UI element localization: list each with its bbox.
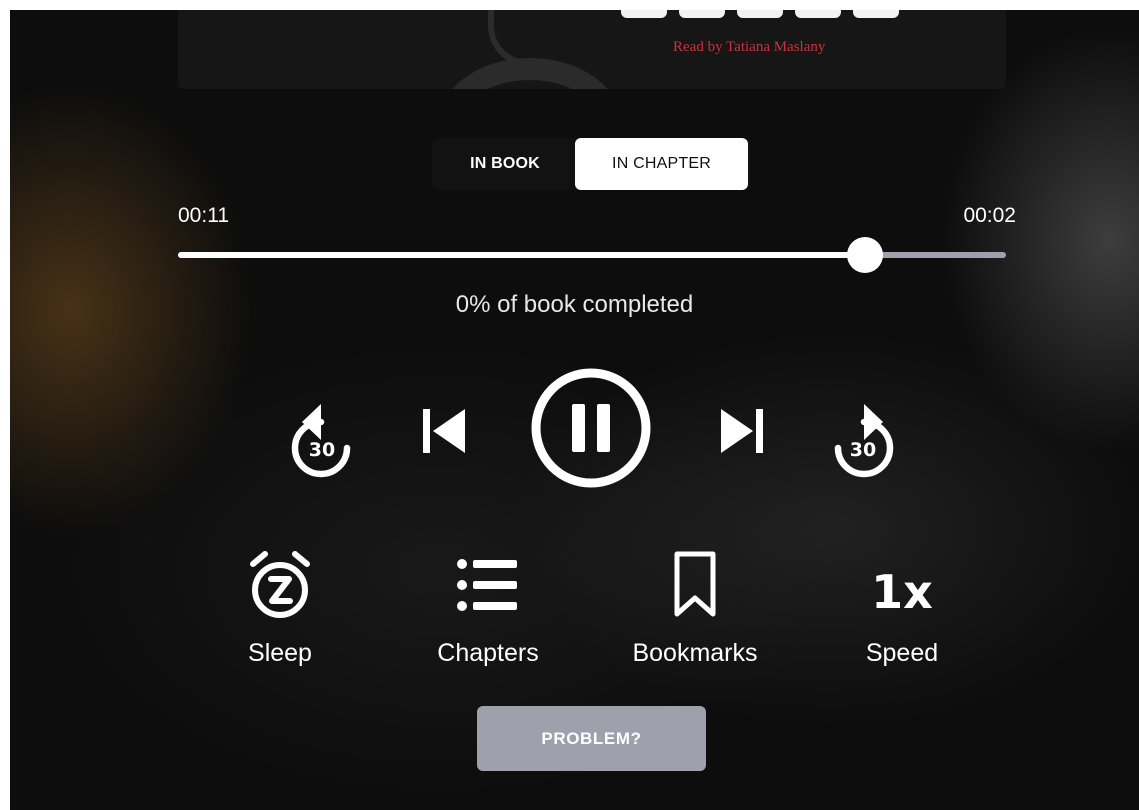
cover-title-fragment [621,10,921,18]
cover-decoration [488,10,554,66]
previous-chapter-button[interactable] [417,405,469,457]
problem-button[interactable]: PROBLEM? [477,706,706,771]
next-chapter-button[interactable] [717,405,769,457]
rewind-30-button[interactable]: 30 [286,390,356,480]
forward-30-icon: 30 [834,404,894,478]
progress-scope-tabs: IN BOOK IN CHAPTER [432,138,750,190]
speed-value: 1x [871,565,933,619]
progress-thumb[interactable] [847,237,884,273]
book-completed-text: 0% of book completed [455,291,694,318]
tab-in-chapter[interactable]: IN CHAPTER [575,138,748,190]
pause-button[interactable] [528,365,654,491]
chapters-label: Chapters [437,639,539,667]
list-icon [457,559,517,611]
bookmarks-label: Bookmarks [632,639,758,667]
tab-in-book[interactable]: IN BOOK [440,138,570,190]
progress-fill [178,252,866,258]
progress-slider[interactable] [178,237,1006,273]
bookmarks-button[interactable]: Bookmarks [615,550,775,668]
rewind-seconds-label: 30 [309,439,335,461]
alarm-clock-z-icon [250,551,310,618]
skip-previous-icon [423,409,465,453]
chapters-button[interactable]: Chapters [408,550,568,668]
forward-seconds-label: 30 [850,439,876,461]
cover-art: Read by Tatiana Maslany [178,10,1006,89]
elapsed-time: 00:11 [178,204,229,227]
speed-button[interactable]: 1x Speed [822,550,982,668]
speed-label: Speed [865,639,939,667]
audiobook-player: Read by Tatiana Maslany IN BOOK IN CHAPT… [10,10,1139,810]
skip-next-icon [721,409,763,453]
pause-circle-icon [531,368,651,488]
forward-30-button[interactable]: 30 [829,390,899,480]
sleep-button[interactable]: Sleep [200,550,360,668]
sleep-label: Sleep [248,639,312,667]
cover-narrator-text: Read by Tatiana Maslany [673,39,826,55]
remaining-time: 00:02 [963,204,1016,227]
bookmark-icon [674,551,716,617]
rewind-30-icon: 30 [291,404,351,478]
